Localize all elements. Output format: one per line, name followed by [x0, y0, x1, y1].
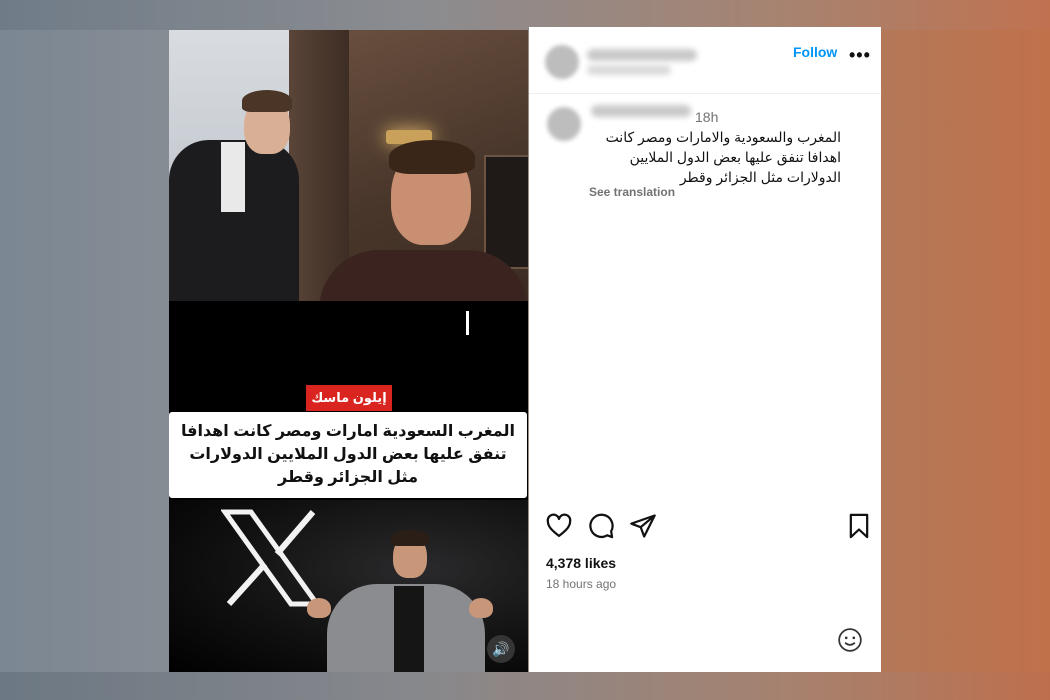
person-left-shirt — [221, 142, 245, 212]
likes-count[interactable]: 4,378 likes — [546, 555, 616, 571]
text-cursor — [466, 311, 469, 335]
picture-frame — [484, 155, 528, 269]
follow-button[interactable]: Follow — [793, 44, 837, 60]
video-scene-bottom: 🔊 — [169, 500, 528, 672]
name-tag: إيلون ماسك — [306, 385, 392, 411]
more-options-icon[interactable]: ••• — [849, 45, 871, 66]
person-right-hair — [389, 140, 475, 174]
video-scene-top — [169, 30, 528, 301]
presenter-hand-left — [307, 598, 331, 618]
person-right-body — [319, 250, 528, 301]
background-top — [0, 0, 1050, 30]
comment-username-blurred[interactable] — [591, 105, 691, 117]
comment-text: المغرب والسعودية والامارات ومصر كانت اهد… — [605, 129, 841, 185]
action-bar — [529, 512, 881, 552]
post-panel: Follow ••• 18h المغرب والسعودية والامارا… — [529, 27, 881, 672]
video-player[interactable]: إيلون ماسك المغرب السعودية امارات ومصر ك… — [169, 30, 528, 672]
caption-box: المغرب السعودية امارات ومصر كانت اهدافا … — [169, 412, 527, 498]
avatar[interactable] — [545, 45, 579, 79]
presenter-hand-right — [469, 598, 493, 618]
bookmark-icon[interactable] — [845, 512, 873, 540]
heart-icon[interactable] — [545, 512, 573, 540]
emoji-icon[interactable] — [837, 627, 863, 653]
presenter-hair — [391, 530, 429, 546]
see-translation-link[interactable]: See translation — [589, 185, 675, 199]
subtitle-blurred — [587, 65, 671, 75]
comment-icon[interactable] — [587, 512, 615, 540]
x-logo-icon — [221, 509, 321, 607]
comment-avatar[interactable] — [547, 107, 581, 141]
username-blurred[interactable] — [587, 49, 697, 61]
post-header: Follow ••• — [529, 27, 881, 94]
person-left-hair — [242, 90, 292, 112]
caption-text: المغرب السعودية امارات ومصر كانت اهدافا … — [180, 423, 516, 486]
presenter-shirt — [394, 586, 424, 672]
comment-time: 18h — [695, 109, 719, 125]
post-time-ago: 18 hours ago — [546, 577, 617, 591]
speaker-icon[interactable]: 🔊 — [487, 635, 515, 663]
share-icon[interactable] — [629, 512, 657, 540]
background-bottom — [0, 672, 1050, 700]
